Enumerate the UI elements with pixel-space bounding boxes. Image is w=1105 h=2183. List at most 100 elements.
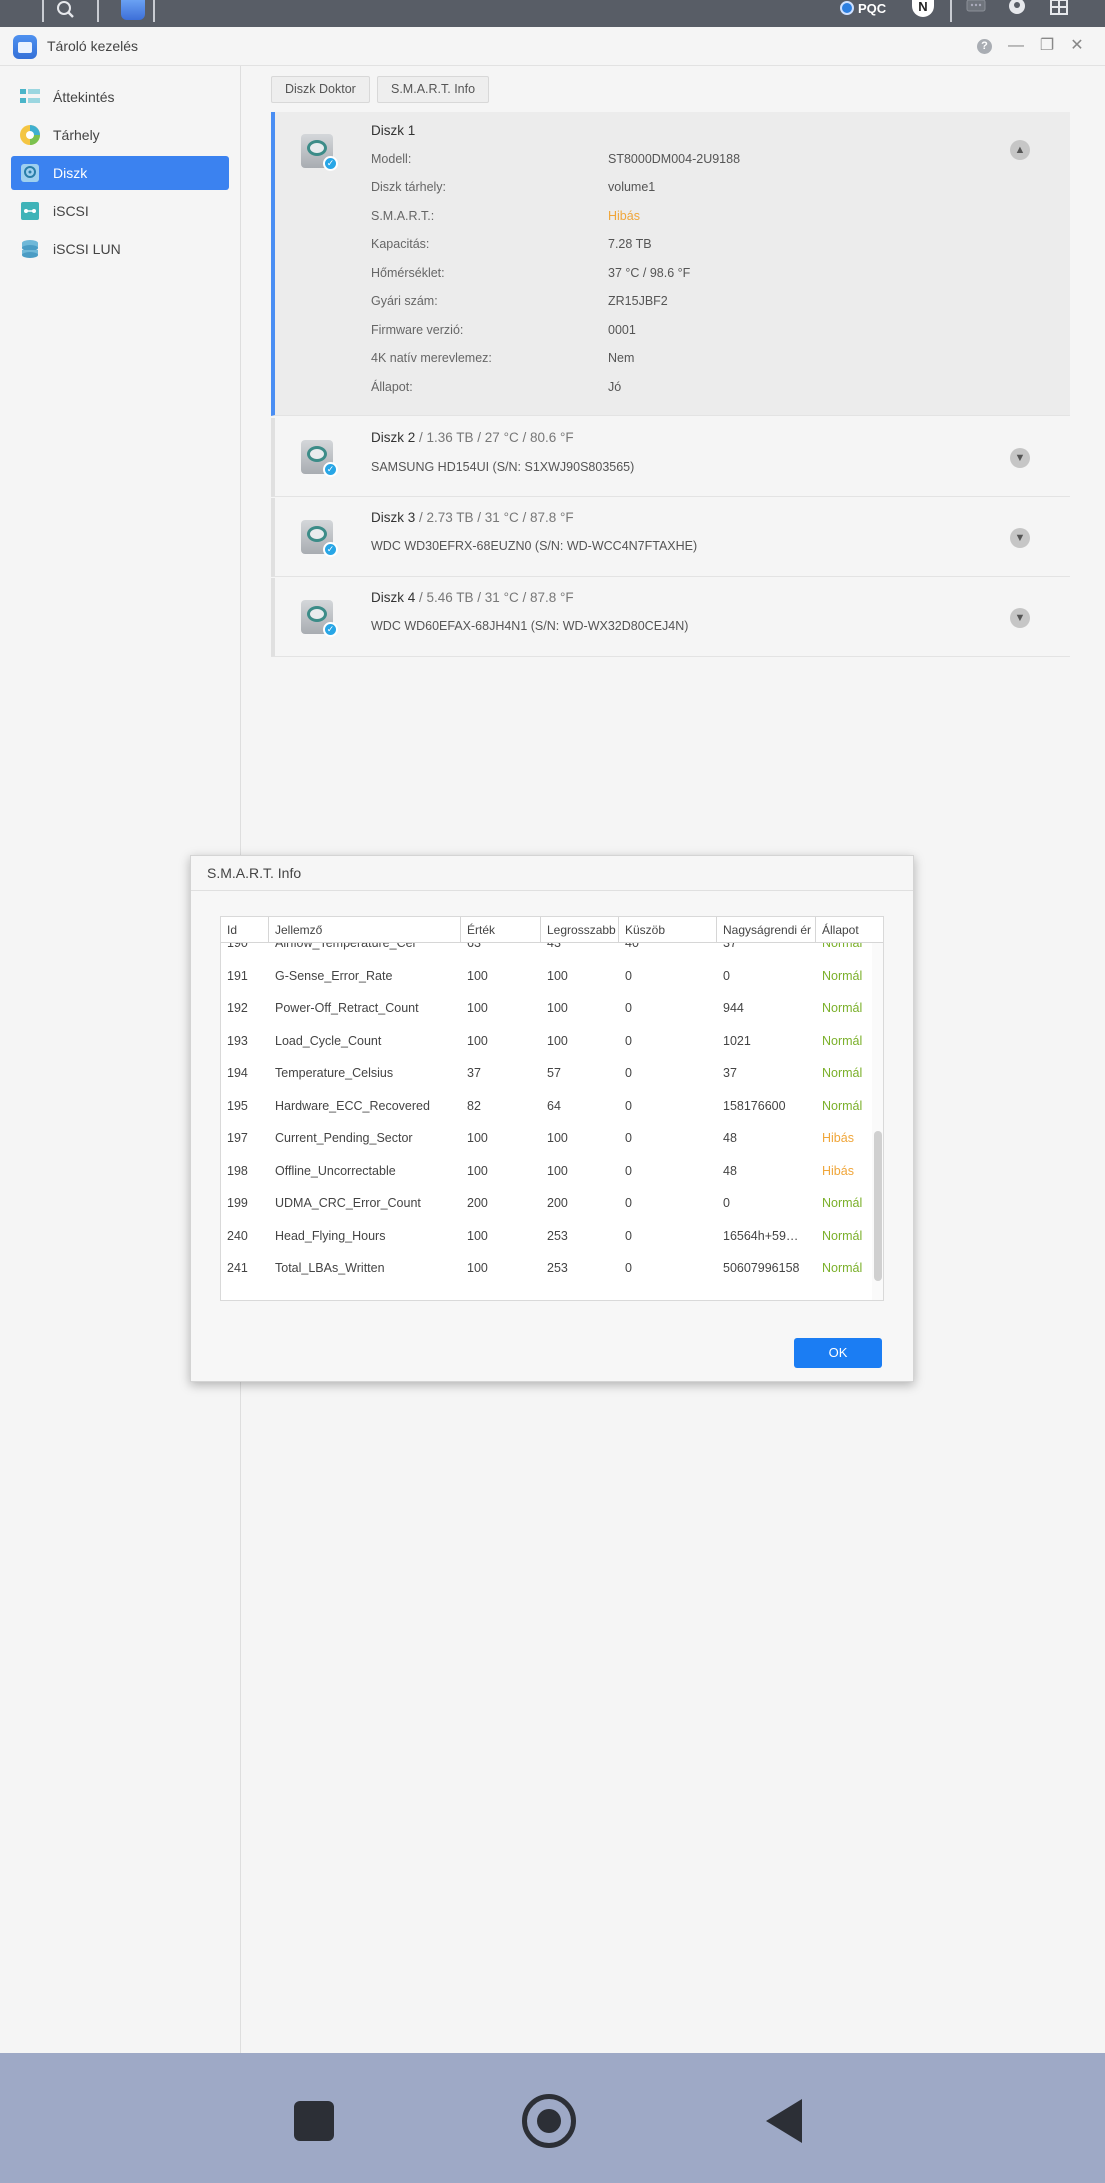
- table-row[interactable]: 240 Head_Flying_Hours 100 253 0 16564h+59… Nor…: [221, 1220, 871, 1253]
- chevron-down-icon[interactable]: ▼: [1010, 448, 1030, 468]
- col-header-value[interactable]: Érték: [461, 917, 541, 943]
- sidebar-item-overview[interactable]: Áttekintés: [11, 80, 229, 114]
- cell-status: Normál: [822, 1228, 863, 1243]
- ok-button[interactable]: OK: [794, 1338, 882, 1368]
- disk-doctor-button[interactable]: Diszk Doktor: [271, 76, 370, 103]
- cell-status: Normál: [822, 1196, 863, 1210]
- cell-value: 37: [467, 1066, 481, 1080]
- cell-value: 100: [467, 1163, 488, 1178]
- sidebar-item-storage[interactable]: Tárhely: [11, 118, 229, 152]
- chevron-down-icon[interactable]: ▼: [1010, 608, 1030, 628]
- cell-attribute: UDMA_CRC_Error_Count: [275, 1196, 421, 1210]
- table-row[interactable]: 241 Total_LBAs_Written 100 253 0 50607996158 N…: [221, 1252, 871, 1285]
- chevron-down-icon[interactable]: ▼: [1010, 528, 1030, 548]
- table-row[interactable]: 191 G-Sense_Error_Rate 100 100 0 0 Normál: [221, 960, 871, 993]
- search-icon[interactable]: [55, 0, 77, 22]
- topbar-divider: [950, 0, 952, 22]
- hard-disk-icon: ✓: [299, 598, 339, 638]
- cell-raw-value: 37: [723, 1066, 737, 1080]
- table-row[interactable]: 197 Current_Pending_Sector 100 100 0 48 Hibás: [221, 1122, 871, 1155]
- qnap-cloud-status[interactable]: PQC: [840, 0, 886, 16]
- hard-disk-icon: ✓: [299, 518, 339, 558]
- device-name: PQC: [858, 0, 887, 16]
- recent-apps-button[interactable]: [294, 2101, 334, 2141]
- disk-meta: / 1.36 TB / 27 °C / 80.6 °F: [415, 430, 574, 445]
- prop-label: 4K natív merevlemez:: [371, 351, 492, 365]
- col-header-raw-value[interactable]: Nagyságrendi ér: [717, 917, 816, 943]
- cell-id: 192: [227, 1001, 248, 1015]
- col-header-status[interactable]: Állapot: [816, 917, 883, 943]
- cell-status: Normál: [822, 1261, 863, 1275]
- hard-disk-icon: ✓: [299, 438, 339, 478]
- cell-value: 100: [467, 1001, 488, 1015]
- dashboard-icon[interactable]: [1049, 0, 1069, 16]
- cell-attribute: Load_Cycle_Count: [275, 1033, 382, 1048]
- cell-attribute: Power-Off_Retract_Count: [275, 1001, 419, 1015]
- disk-3-model: WDC WD30EFRX-68EUZN0 (S/N: WD-WCC4N7FTAX…: [371, 539, 698, 553]
- disk-name: Diszk 2: [371, 430, 416, 445]
- smart-table: Id Jellemző Érték Legrosszabb Küszöb Nag…: [220, 916, 884, 1301]
- storage-app-icon[interactable]: [121, 0, 145, 20]
- disk-2-panel[interactable]: ✓ Diszk 2 / 1.36 TB / 27 °C / 80.6 °F SA…: [271, 418, 1070, 497]
- sidebar-item-disk[interactable]: Diszk: [11, 156, 229, 190]
- col-header-threshold[interactable]: Küszöb: [619, 917, 717, 943]
- disk-icon: [19, 162, 41, 184]
- chevron-up-icon[interactable]: ▲: [1010, 140, 1030, 160]
- cell-id: 191: [227, 968, 248, 983]
- minimize-icon[interactable]: —: [1007, 37, 1025, 55]
- table-row[interactable]: 195 Hardware_ECC_Recovered 82 64 0 158176600 N…: [221, 1090, 871, 1123]
- cell-raw-value: 158176600: [723, 1098, 786, 1113]
- cell-attribute: G-Sense_Error_Rate: [275, 968, 393, 983]
- disk-1-panel[interactable]: ✓ Diszk 1 ▲ Modell: ST8000DM004-2U9188 D…: [271, 112, 1070, 416]
- cell-raw-value: 50607996158: [723, 1261, 800, 1275]
- table-row[interactable]: 193 Load_Cycle_Count 100 100 0 1021 Normál: [221, 1025, 871, 1058]
- cell-worst: 43: [547, 943, 561, 950]
- table-row[interactable]: 199 UDMA_CRC_Error_Count 200 200 0 0 Normál: [221, 1187, 871, 1220]
- table-row[interactable]: 190 Airflow_Temperature_Cel 63 43 40 37 Normál: [221, 943, 871, 960]
- sidebar-item-iscsi[interactable]: iSCSI: [11, 194, 229, 228]
- chat-icon[interactable]: [966, 0, 986, 16]
- table-row[interactable]: 192 Power-Off_Retract_Count 100 100 0 944 Norm…: [221, 992, 871, 1025]
- close-icon[interactable]: ✕: [1068, 37, 1086, 55]
- help-icon[interactable]: ?: [977, 39, 992, 54]
- topbar-divider: [97, 0, 99, 22]
- user-icon[interactable]: [1007, 0, 1027, 16]
- cloud-icon: [840, 1, 854, 15]
- col-header-attribute[interactable]: Jellemző: [269, 917, 461, 943]
- cell-worst: 100: [547, 1131, 568, 1145]
- cell-attribute: Total_LBAs_Written: [275, 1261, 385, 1275]
- smart-info-button[interactable]: S.M.A.R.T. Info: [377, 76, 490, 103]
- table-row[interactable]: 198 Offline_Uncorrectable 100 100 0 48 Hibás: [221, 1155, 871, 1188]
- sidebar-item-label: Áttekintés: [53, 89, 115, 105]
- cell-value: 100: [467, 1033, 488, 1048]
- col-header-id[interactable]: Id: [221, 917, 269, 943]
- cell-worst: 100: [547, 1163, 568, 1178]
- table-scrollbar[interactable]: [872, 943, 883, 1300]
- disk-meta: / 5.46 TB / 31 °C / 87.8 °F: [415, 590, 574, 605]
- topbar-divider: [153, 0, 155, 22]
- cell-threshold: 0: [625, 1196, 632, 1210]
- cell-raw-value: 16564h+59…: [723, 1228, 799, 1243]
- cell-status: Normál: [822, 943, 863, 950]
- scrollbar-thumb[interactable]: [874, 1131, 882, 1281]
- sidebar-item-label: Tárhely: [53, 127, 100, 143]
- cell-threshold: 0: [625, 1131, 632, 1145]
- sidebar-item-iscsi-lun[interactable]: iSCSI LUN: [11, 232, 229, 266]
- disk-3-panel[interactable]: ✓ Diszk 3 / 2.73 TB / 31 °C / 87.8 °F WD…: [271, 498, 1070, 577]
- disk-4-panel[interactable]: ✓ Diszk 4 / 5.46 TB / 31 °C / 87.8 °F WD…: [271, 578, 1070, 657]
- home-button[interactable]: [522, 2094, 576, 2148]
- cell-id: 241: [227, 1261, 248, 1275]
- cell-status: Normál: [822, 1098, 863, 1113]
- cell-threshold: 0: [625, 1261, 632, 1275]
- cell-status: Normál: [822, 1033, 863, 1048]
- col-header-worst[interactable]: Legrosszabb: [541, 917, 619, 943]
- restore-icon[interactable]: ❐: [1038, 37, 1056, 55]
- back-button[interactable]: [766, 2099, 802, 2143]
- notification-n-icon[interactable]: N: [912, 0, 934, 17]
- cell-raw-value: 0: [723, 968, 730, 983]
- cell-id: 193: [227, 1033, 248, 1048]
- cell-attribute: Temperature_Celsius: [275, 1066, 394, 1080]
- table-row[interactable]: 194 Temperature_Celsius 37 57 0 37 Normál: [221, 1057, 871, 1090]
- cell-id: 240: [227, 1228, 248, 1243]
- sidebar-item-label: iSCSI: [53, 203, 89, 219]
